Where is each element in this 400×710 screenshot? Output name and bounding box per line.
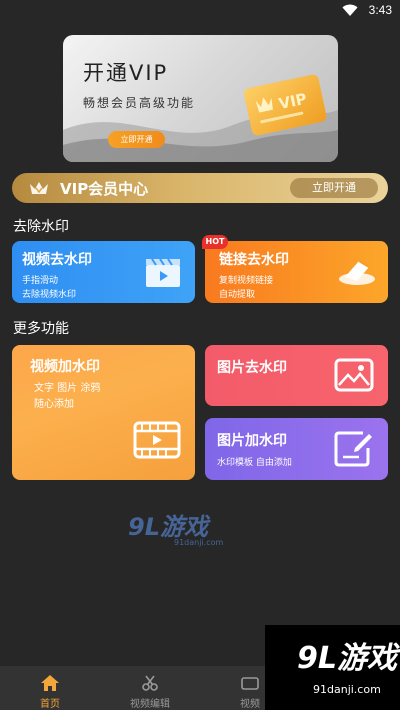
video-add-watermark-tile[interactable]: 视频加水印 文字 图片 涂鸦 随心添加 — [12, 345, 195, 480]
status-bar: 3:43 — [0, 0, 400, 22]
hot-badge: HOT — [202, 235, 228, 249]
corner-watermark-logo: 9L游戏 — [297, 641, 397, 676]
wifi-icon — [342, 4, 358, 16]
vip-center-bar[interactable]: VIP会员中心 立即开通 — [12, 173, 388, 203]
film-strip-icon — [133, 421, 181, 459]
tile-desc-line: 去除视频水印 — [22, 290, 77, 300]
section-title-remove-watermark: 去除水印 — [13, 219, 69, 235]
section-title-more-features: 更多功能 — [13, 321, 69, 337]
svg-text:91danji.com: 91danji.com — [174, 538, 224, 547]
image-picture-icon — [334, 358, 374, 392]
tile-title: 链接去水印 — [219, 252, 289, 268]
video-clapper-icon — [146, 258, 180, 287]
nav-item-video-edit[interactable]: 视频编辑 — [100, 666, 200, 710]
image-add-watermark-tile[interactable]: 图片加水印 水印模板 自由添加 — [205, 418, 388, 480]
tile-title: 视频去水印 — [22, 252, 92, 268]
image-remove-watermark-tile[interactable]: 图片去水印 — [205, 345, 388, 406]
nav-item-home[interactable]: 首页 — [0, 666, 100, 710]
tile-desc-line: 手指滑动 — [22, 276, 59, 286]
tile-desc-line: 随心添加 — [34, 399, 74, 410]
banner-open-button[interactable]: 立即开通 — [108, 131, 165, 148]
tile-title: 图片去水印 — [217, 360, 287, 376]
tile-title: 图片加水印 — [217, 433, 287, 449]
status-time: 3:43 — [368, 3, 392, 17]
nav-label: 首页 — [40, 699, 60, 710]
crown-icon — [30, 182, 48, 194]
svg-text:9L游戏: 9L游戏 — [128, 513, 211, 541]
tile-desc-line: 自动提取 — [219, 290, 256, 300]
tile-title: 视频加水印 — [30, 359, 100, 375]
tile-desc-line: 水印模板 自由添加 — [217, 458, 292, 468]
scissors-icon — [142, 675, 158, 691]
home-screen: 3:43 开通VIP 畅想会员高级功能 立即开通 VIP VIP会员中心 立即开… — [0, 0, 400, 710]
vip-card-icon: VIP — [244, 74, 327, 136]
corner-watermark-url: 91danji.com — [313, 683, 381, 696]
home-icon — [41, 675, 59, 691]
video-remove-watermark-tile[interactable]: 视频去水印 手指滑动 去除视频水印 — [12, 241, 195, 303]
link-remove-watermark-tile[interactable]: HOT 链接去水印 复制视频链接 自动提取 — [202, 235, 388, 303]
banner-subtitle: 畅想会员高级功能 — [83, 96, 196, 110]
video-icon — [241, 677, 259, 690]
vip-center-label: VIP会员中心 — [60, 180, 149, 198]
corner-watermark: 9L游戏 91danji.com — [265, 625, 400, 710]
site-watermark-logo: 9L游戏 91danji.com — [128, 513, 224, 547]
banner-title: 开通VIP — [83, 61, 169, 85]
eraser-icon — [339, 260, 375, 285]
vip-open-button[interactable]: 立即开通 — [290, 178, 378, 198]
edit-document-icon — [334, 431, 372, 467]
nav-label: 视频编辑 — [130, 699, 170, 710]
tile-desc-line: 复制视频链接 — [219, 276, 274, 286]
tile-desc-line: 文字 图片 涂鸦 — [34, 383, 101, 394]
vip-promo-banner[interactable]: 开通VIP 畅想会员高级功能 立即开通 VIP — [63, 35, 338, 162]
